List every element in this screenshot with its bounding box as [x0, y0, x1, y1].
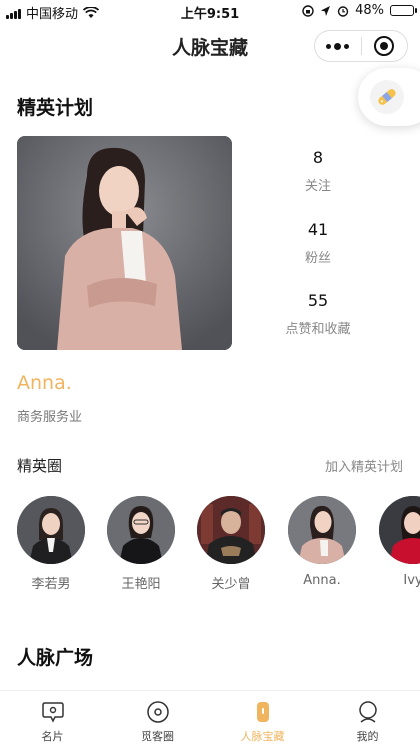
stat-followers[interactable]: 41 粉丝: [258, 220, 378, 266]
bandage-icon: [370, 80, 404, 114]
more-dots-icon: [326, 42, 350, 50]
avatar: [197, 496, 265, 564]
profile-industry: 商务服务业: [17, 410, 83, 425]
nav-bar: 人脉宝藏: [0, 24, 420, 68]
circle-icon: [146, 701, 169, 723]
status-right: 48%: [302, 3, 417, 18]
member-name: Ivy: [403, 573, 420, 588]
stat-followers-label: 粉丝: [304, 251, 331, 266]
member-item[interactable]: 王艳阳: [106, 496, 176, 590]
profile-icon: [358, 701, 377, 723]
avatar: [379, 496, 420, 564]
stat-following-value: 8: [312, 148, 324, 167]
avatar: [17, 496, 85, 564]
tab-card[interactable]: 名片: [0, 691, 105, 747]
close-button[interactable]: [362, 31, 408, 61]
tab-circle-label: 觅客圈: [141, 730, 174, 743]
elite-circle-title: 精英圈: [17, 457, 63, 475]
elite-section-title: 精英计划: [17, 97, 94, 119]
mini-program-capsule: [314, 30, 408, 62]
member-name: 李若男: [31, 577, 71, 590]
alarm-icon: [337, 5, 349, 17]
profile-photo-illustration: [17, 136, 232, 350]
profile-photo[interactable]: [17, 136, 232, 350]
tab-mine-label: 我的: [356, 730, 379, 743]
tab-card-label: 名片: [41, 730, 64, 743]
avatar: [288, 496, 356, 564]
member-item[interactable]: 李若男: [16, 496, 86, 590]
member-item[interactable]: Ivy: [378, 496, 420, 588]
treasure-icon: [256, 702, 269, 722]
join-elite-link[interactable]: 加入精英计划: [325, 456, 403, 475]
profile-name: Anna.: [17, 372, 72, 394]
member-item[interactable]: Anna.: [287, 496, 357, 588]
plaza-section-title: 人脉广场: [17, 647, 94, 669]
stat-followers-value: 41: [307, 220, 329, 239]
status-bar: 中国移动 上午9:51 48%: [0, 0, 420, 24]
rotation-lock-icon: [302, 4, 314, 17]
member-name: 关少曾: [211, 577, 251, 590]
battery-icon: [390, 5, 417, 16]
tab-treasure-label: 人脉宝藏: [240, 730, 285, 743]
stat-following-label: 关注: [304, 179, 331, 194]
member-item[interactable]: 关少曾: [196, 496, 266, 590]
tab-circle[interactable]: 觅客圈: [105, 691, 210, 747]
card-icon: [41, 702, 64, 723]
stat-following[interactable]: 8 关注: [258, 148, 378, 194]
location-icon: [321, 5, 331, 16]
floating-action-button[interactable]: [358, 68, 420, 126]
member-name: 王艳阳: [121, 577, 161, 590]
tab-bar: 名片 觅客圈 人脉宝藏 我的: [0, 690, 420, 747]
stat-likes-value: 55: [307, 291, 329, 310]
tab-mine[interactable]: 我的: [315, 691, 420, 747]
target-circle-icon: [374, 36, 395, 56]
stat-likes-label: 点赞和收藏: [285, 322, 351, 337]
avatar: [107, 496, 175, 564]
member-name: Anna.: [303, 573, 341, 588]
elite-circle-list[interactable]: 李若男 王艳阳 关少曾 Anna. Ivy: [0, 496, 420, 590]
stat-likes[interactable]: 55 点赞和收藏: [258, 291, 378, 337]
tab-treasure[interactable]: 人脉宝藏: [210, 691, 315, 747]
more-button[interactable]: [315, 31, 361, 61]
battery-percent: 48%: [355, 3, 384, 18]
